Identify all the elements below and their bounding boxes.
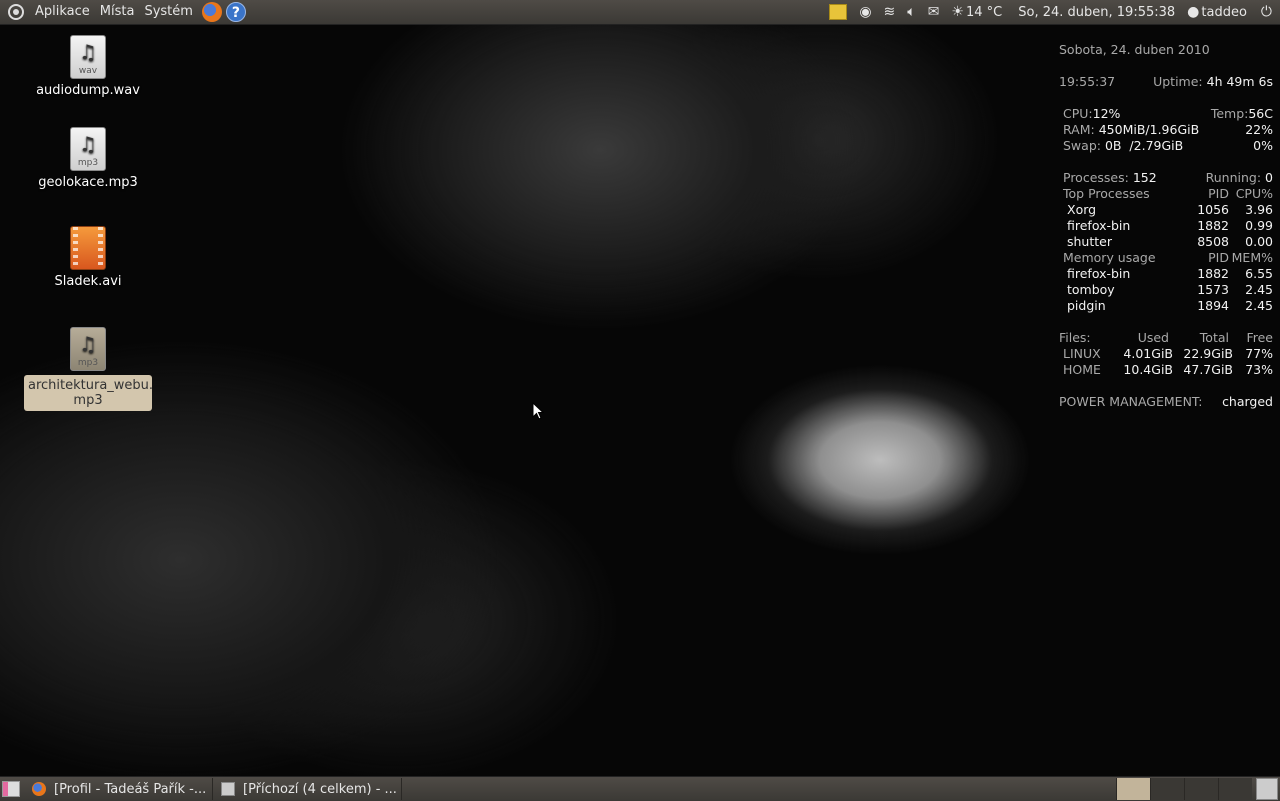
volume-icon[interactable]: 🔈︎ bbox=[907, 4, 915, 20]
system-tray: ◉ ≋ 🔈︎ ✉ ☀ 14 °C So, 24. duben, 19:55:38… bbox=[823, 0, 1280, 24]
conky-temp: 56C bbox=[1248, 106, 1273, 121]
firefox-launcher-icon[interactable] bbox=[201, 2, 222, 22]
mem-process-row: tomboy 1573 2.45 bbox=[1067, 282, 1273, 297]
top-panel: Aplikace Místa Systém ? ◉ ≋ 🔈︎ ✉ ☀ 14 °C… bbox=[0, 0, 1280, 25]
clock[interactable]: So, 24. duben, 19:55:38 bbox=[1018, 5, 1175, 20]
mail-icon bbox=[221, 782, 235, 796]
help-icon[interactable]: ? bbox=[225, 2, 246, 22]
chat-icon[interactable]: ◉ bbox=[859, 4, 871, 20]
desktop-icon-label: audiodump.wav bbox=[36, 83, 140, 98]
audio-file-icon: ♫ mp3 bbox=[70, 127, 106, 171]
mem-header-pid: PID bbox=[1208, 250, 1229, 265]
conky-running: 0 bbox=[1265, 170, 1273, 185]
desktop-icon-architektura[interactable]: ♫ mp3 architektura_webu. mp3 bbox=[23, 327, 153, 411]
conky-time: 19:55:37 bbox=[1059, 74, 1116, 89]
user-status-icon[interactable]: ● bbox=[1187, 4, 1199, 20]
menu-applications[interactable]: Aplikace bbox=[30, 0, 95, 24]
files-header-total: Total bbox=[1199, 330, 1229, 345]
notes-icon[interactable] bbox=[829, 4, 848, 20]
desktop-icon-label: geolokace.mp3 bbox=[38, 175, 138, 190]
conky-date: Sobota, 24. duben 2010 bbox=[1059, 42, 1210, 57]
taskbar-item-mail[interactable]: [Příchozí (4 celkem) - ... bbox=[215, 778, 402, 800]
mem-header-name: Memory usage bbox=[1063, 250, 1156, 265]
conky-ram: 450MiB/1.96GiB bbox=[1098, 122, 1200, 137]
trash-icon[interactable] bbox=[1256, 778, 1278, 800]
files-header-free: Free bbox=[1246, 330, 1273, 345]
taskbar-item-label: [Příchozí (4 celkem) - ... bbox=[243, 781, 397, 797]
top-header-cpu: CPU% bbox=[1235, 186, 1273, 201]
main-menu: Aplikace Místa Systém ? bbox=[0, 0, 246, 24]
top-process-row: shutter 8508 0.00 bbox=[1067, 234, 1273, 249]
user-name[interactable]: taddeo bbox=[1201, 5, 1247, 20]
conky-running-label: Running: bbox=[1205, 170, 1262, 185]
top-header-name: Top Processes bbox=[1063, 186, 1150, 201]
menu-system[interactable]: Systém bbox=[139, 0, 197, 24]
ubuntu-logo-icon[interactable] bbox=[8, 4, 24, 20]
power-icon[interactable]: ⏻ bbox=[1261, 4, 1272, 20]
conky-uptime: 4h 49m 6s bbox=[1206, 74, 1273, 89]
firefox-icon bbox=[32, 782, 46, 796]
files-header-used: Used bbox=[1137, 330, 1169, 345]
mail-icon[interactable]: ✉ bbox=[928, 4, 940, 20]
conky-monitor: Sobota, 24. duben 2010 19:55:37 Uptime: … bbox=[1059, 42, 1273, 410]
conky-processes: 152 bbox=[1132, 170, 1157, 185]
taskbar-item-label: [Profil - Tadeáš Pařík -... bbox=[54, 781, 207, 797]
mem-process-row: pidgin 1894 2.45 bbox=[1067, 298, 1273, 313]
power-status: charged bbox=[1222, 394, 1273, 409]
conky-processes-label: Processes: bbox=[1063, 170, 1129, 185]
conky-ram-label: RAM: bbox=[1063, 122, 1095, 137]
files-header-label: Files: bbox=[1059, 330, 1091, 345]
conky-swap: 0B /2.79GiB bbox=[1104, 138, 1184, 153]
desktop-icon-audiodump[interactable]: ♫ wav audiodump.wav bbox=[23, 35, 153, 98]
conky-ram-pct: 22% bbox=[1245, 122, 1273, 137]
workspace-switcher bbox=[1116, 778, 1252, 800]
top-process-row: firefox-bin 1882 0.99 bbox=[1067, 218, 1273, 233]
desktop-icon-label: Sladek.avi bbox=[54, 274, 122, 289]
wifi-icon[interactable]: ≋ bbox=[884, 4, 896, 20]
conky-cpu-label: CPU: bbox=[1063, 106, 1093, 121]
desktop-icon-label: architektura_webu. mp3 bbox=[24, 375, 153, 411]
audio-file-icon: ♫ mp3 bbox=[70, 327, 106, 371]
conky-swap-label: Swap: bbox=[1063, 138, 1101, 153]
workspace-2[interactable] bbox=[1150, 778, 1184, 800]
workspace-4[interactable] bbox=[1218, 778, 1252, 800]
taskbar-item-firefox[interactable]: [Profil - Tadeáš Pařík -... bbox=[26, 778, 213, 800]
conky-swap-pct: 0% bbox=[1253, 138, 1273, 153]
conky-temp-label: Temp: bbox=[1210, 106, 1249, 121]
video-file-icon bbox=[70, 226, 106, 270]
power-label: POWER MANAGEMENT: bbox=[1059, 394, 1203, 409]
desktop-icon-geolokace[interactable]: ♫ mp3 geolokace.mp3 bbox=[23, 127, 153, 190]
conky-uptime-label: Uptime: bbox=[1153, 74, 1203, 89]
files-row: HOME 10.4GiB 47.7GiB 73% bbox=[1063, 362, 1273, 377]
conky-cpu: 12% bbox=[1092, 106, 1121, 121]
top-process-row: Xorg 1056 3.96 bbox=[1067, 202, 1273, 217]
mem-process-row: firefox-bin 1882 6.55 bbox=[1067, 266, 1273, 281]
workspace-1[interactable] bbox=[1116, 778, 1150, 800]
mem-header-mem: MEM% bbox=[1231, 250, 1273, 265]
temperature[interactable]: 14 °C bbox=[966, 5, 1002, 20]
desktop-icon-sladek[interactable]: Sladek.avi bbox=[23, 226, 153, 289]
files-row: LINUX 4.01GiB 22.9GiB 77% bbox=[1063, 346, 1273, 361]
audio-file-icon: ♫ wav bbox=[70, 35, 106, 79]
menu-places[interactable]: Místa bbox=[95, 0, 140, 24]
show-desktop-icon[interactable] bbox=[2, 781, 20, 797]
workspace-3[interactable] bbox=[1184, 778, 1218, 800]
weather-icon[interactable]: ☀ bbox=[951, 4, 964, 20]
top-header-pid: PID bbox=[1208, 186, 1229, 201]
bottom-panel: [Profil - Tadeáš Pařík -... [Příchozí (4… bbox=[0, 776, 1280, 801]
